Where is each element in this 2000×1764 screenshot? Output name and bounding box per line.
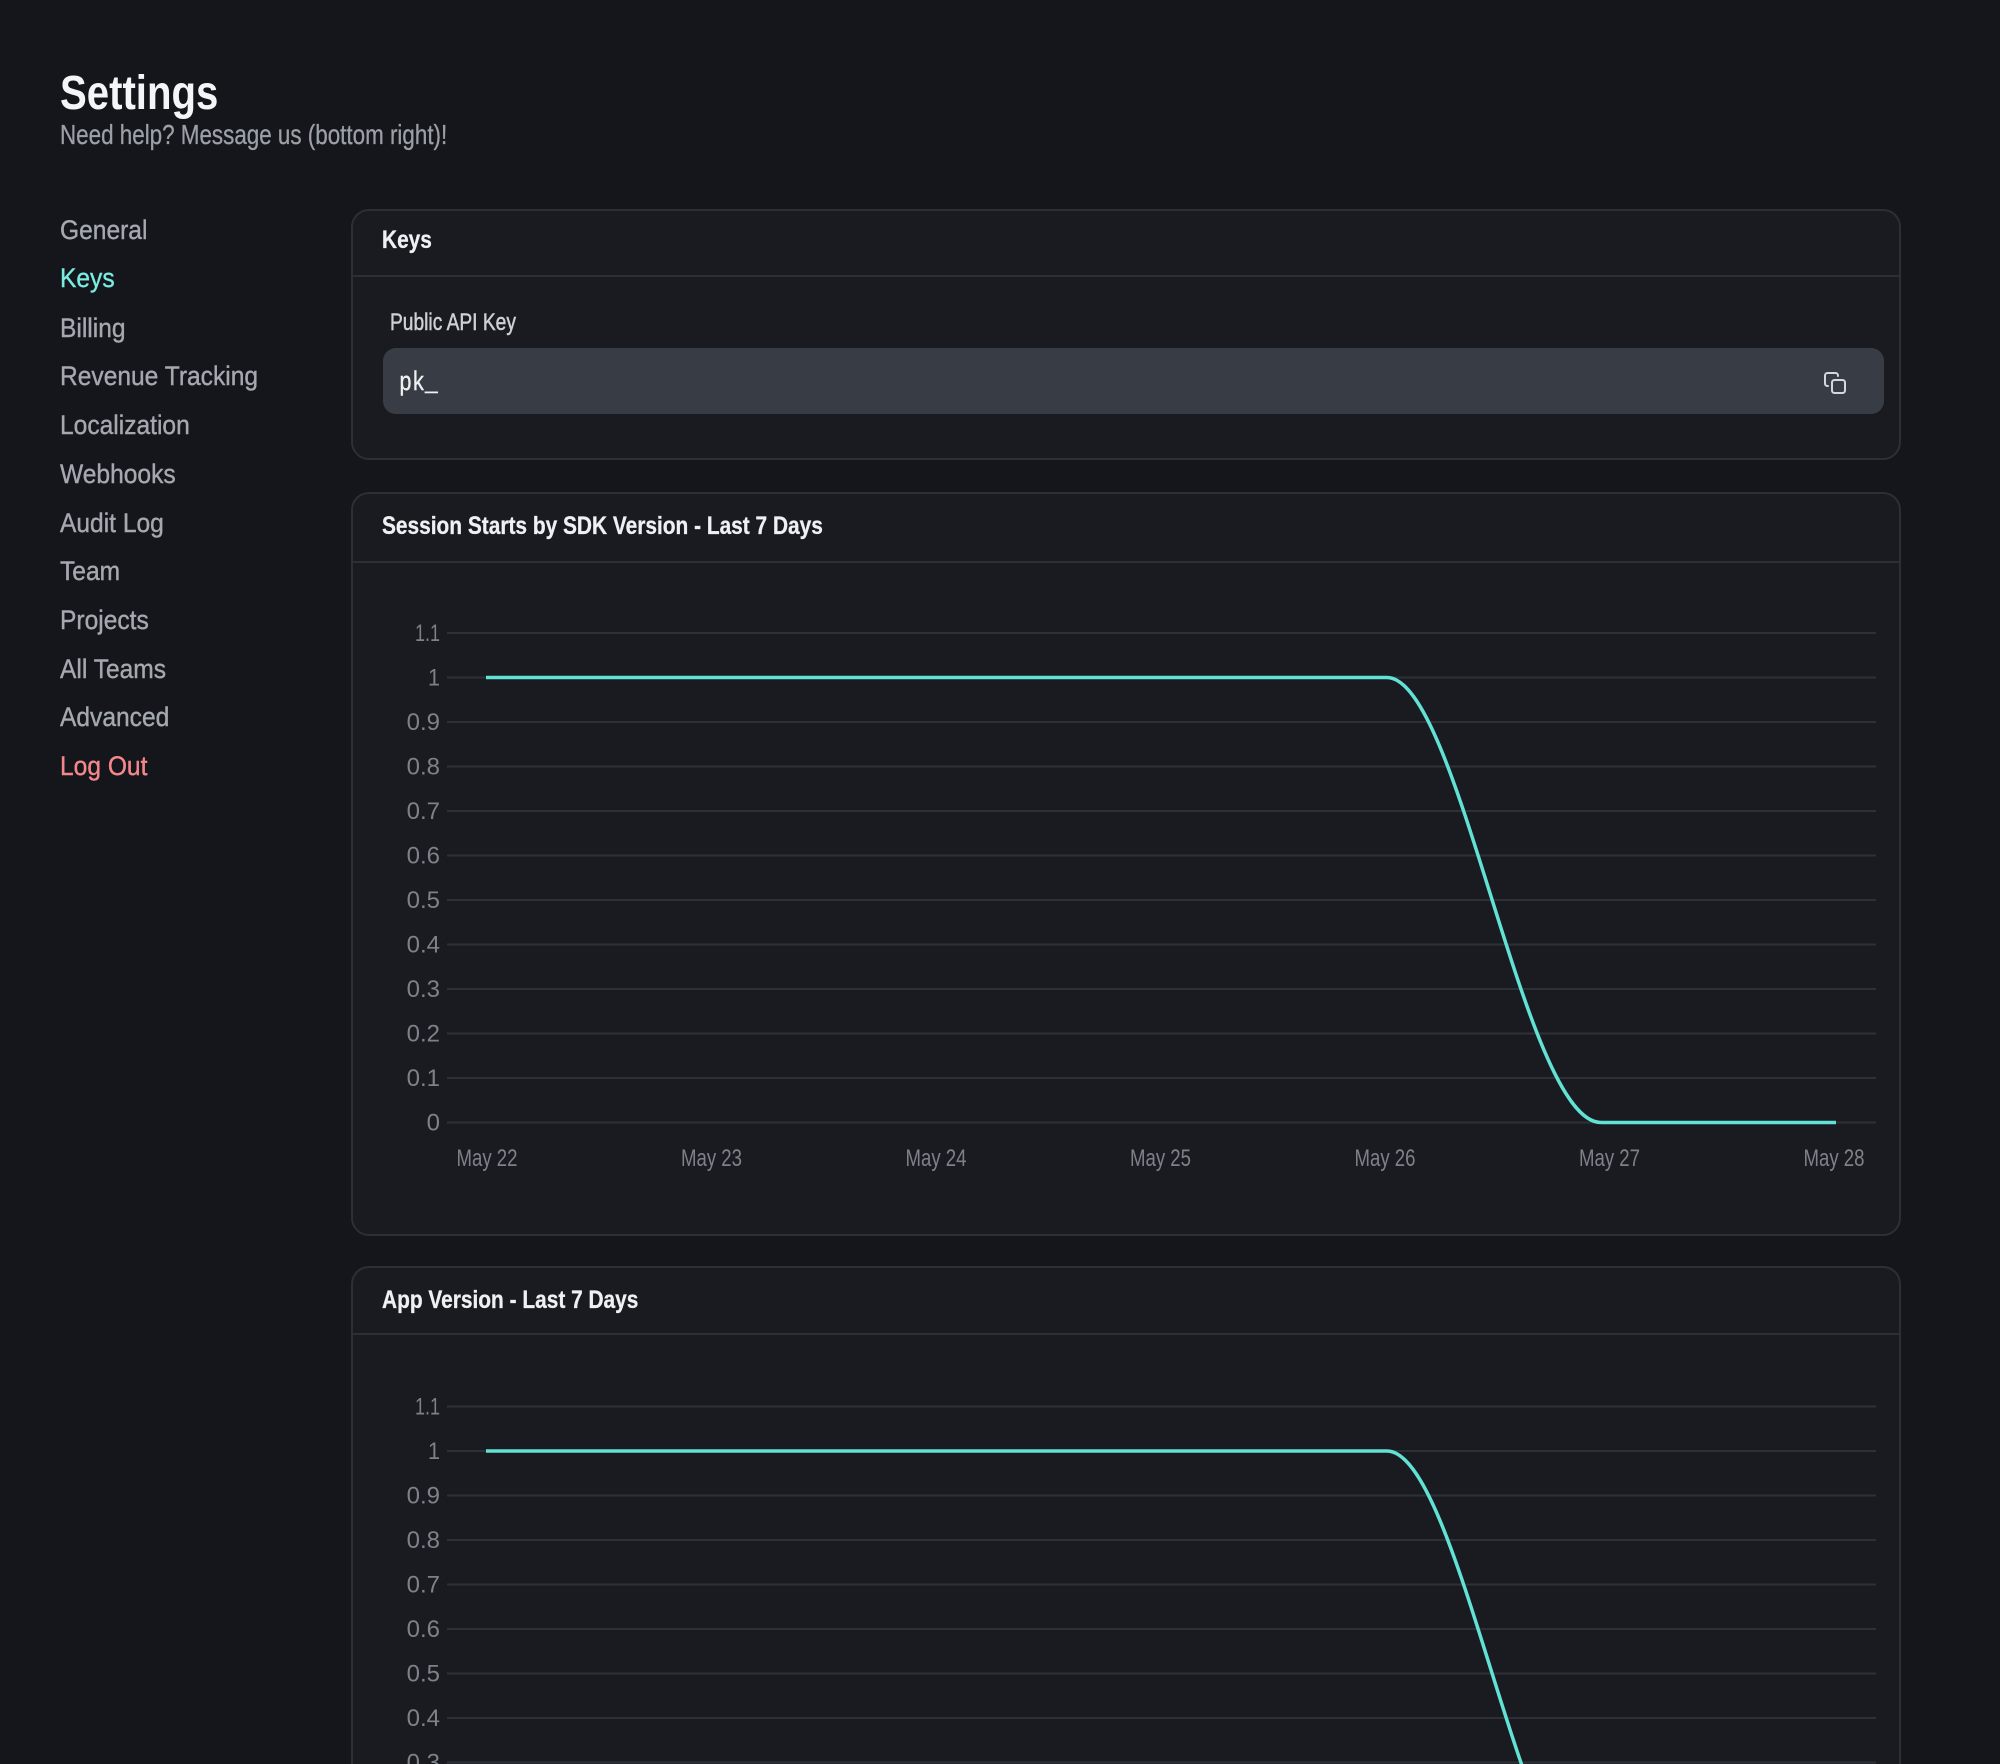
svg-text:1.1: 1.1 (415, 1394, 440, 1421)
svg-text:0.3: 0.3 (407, 1750, 440, 1764)
svg-text:May 22: May 22 (457, 1145, 518, 1172)
svg-text:May 27: May 27 (1579, 1145, 1640, 1172)
svg-text:May 25: May 25 (1130, 1145, 1191, 1172)
svg-text:May 28: May 28 (1804, 1145, 1865, 1172)
svg-text:0.8: 0.8 (407, 754, 440, 781)
svg-text:1: 1 (428, 1438, 440, 1465)
svg-text:0.8: 0.8 (407, 1527, 440, 1554)
svg-text:0.7: 0.7 (407, 798, 440, 825)
svg-text:0: 0 (427, 1110, 440, 1137)
svg-text:May 23: May 23 (681, 1145, 742, 1172)
svg-text:0.1: 0.1 (407, 1065, 440, 1092)
svg-text:0.4: 0.4 (407, 1705, 440, 1732)
svg-text:0.2: 0.2 (407, 1021, 440, 1048)
svg-text:0.9: 0.9 (407, 1483, 440, 1510)
svg-text:1: 1 (428, 665, 440, 692)
svg-text:0.5: 0.5 (407, 1661, 440, 1688)
svg-text:0.4: 0.4 (407, 932, 440, 959)
svg-text:0.6: 0.6 (407, 1616, 440, 1643)
svg-text:0.7: 0.7 (407, 1572, 440, 1599)
svg-text:May 24: May 24 (906, 1145, 967, 1172)
svg-text:1.1: 1.1 (415, 620, 440, 647)
svg-text:May 26: May 26 (1355, 1145, 1416, 1172)
svg-text:0.9: 0.9 (407, 709, 440, 736)
svg-text:0.5: 0.5 (407, 887, 440, 914)
svg-text:0.6: 0.6 (407, 843, 440, 870)
svg-text:0.3: 0.3 (407, 976, 440, 1003)
